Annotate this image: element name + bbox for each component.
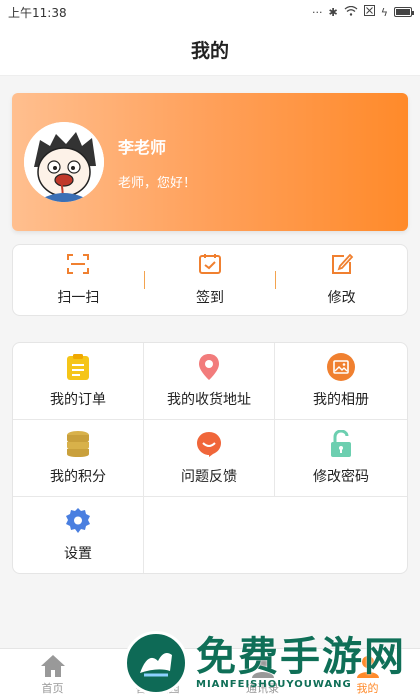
empty-cell [275, 497, 407, 573]
status-time: 上午11:38 [8, 5, 67, 20]
profile-greeting: 老师，您好！ [118, 175, 197, 191]
nav-mine[interactable]: 我的 [315, 649, 420, 700]
menu-item-address[interactable]: 我的收货地址 [144, 343, 275, 420]
unlock-icon [327, 430, 355, 458]
menu-label: 我的相册 [313, 392, 369, 408]
menu-item-album[interactable]: 我的相册 [275, 343, 407, 420]
page-title: 我的 [190, 40, 229, 62]
charging-icon: ϟ [380, 5, 388, 19]
edit-button[interactable]: 修改 [276, 245, 407, 315]
menu-label: 我的订单 [50, 392, 106, 408]
edit-label: 修改 [327, 290, 356, 306]
nav-contacts[interactable]: 通讯录 [210, 649, 315, 700]
menu-item-password[interactable]: 修改密码 [275, 420, 407, 497]
nav-home[interactable]: 首页 [0, 649, 105, 700]
sim-icon [363, 5, 375, 19]
calendar-check-icon [198, 253, 222, 279]
menu-label: 问题反馈 [181, 469, 237, 485]
nav-label: 我的 [356, 681, 379, 695]
nav-campus[interactable]: 智慧校园 [105, 649, 210, 700]
scan-button[interactable]: 扫一扫 [13, 245, 144, 315]
status-icons: ··· ✱ ϟ [312, 5, 414, 19]
home-icon [40, 654, 66, 678]
user-icon [355, 654, 381, 678]
checkin-label: 签到 [196, 290, 224, 306]
nav-label: 首页 [41, 681, 64, 695]
menu-label: 修改密码 [313, 469, 369, 485]
menu-label: 设置 [64, 546, 92, 562]
menu-item-feedback[interactable]: 问题反馈 [144, 420, 275, 497]
avatar[interactable] [24, 122, 104, 202]
scan-icon [66, 253, 90, 279]
gear-icon [64, 507, 92, 535]
scan-label: 扫一扫 [57, 290, 100, 306]
contacts-icon [250, 654, 276, 678]
battery-icon [394, 7, 414, 17]
menu-item-settings[interactable]: 设置 [13, 497, 144, 573]
checkin-button[interactable]: 签到 [145, 245, 276, 315]
nav-label: 通讯录 [246, 681, 279, 695]
location-pin-icon [195, 353, 223, 381]
empty-cell [144, 497, 275, 573]
coins-icon [64, 430, 92, 458]
menu-item-orders[interactable]: 我的订单 [13, 343, 144, 420]
clipboard-icon [64, 353, 92, 381]
bluetooth-icon: ✱ [328, 5, 338, 19]
campus-icon [145, 654, 171, 678]
nav-label: 智慧校园 [135, 681, 180, 695]
photo-icon [327, 353, 355, 381]
more-dots-icon: ··· [312, 5, 323, 19]
profile-card[interactable]: 李老师 老师，您好！ [12, 93, 408, 231]
menu-item-points[interactable]: 我的积分 [13, 420, 144, 497]
status-bar: 上午11:38 ··· ✱ ϟ [0, 0, 420, 24]
bottom-nav: 首页 智慧校园 通讯录 我的 [0, 648, 420, 700]
title-bar: 我的 [0, 24, 420, 76]
menu-label: 我的积分 [50, 469, 106, 485]
menu-label: 我的收货地址 [167, 392, 251, 408]
profile-text: 李老师 老师，您好！ [118, 134, 196, 191]
menu-grid: 我的订单 我的收货地址 我的相册 我的积分 问题反馈 修改密码 设置 [12, 342, 408, 574]
profile-name: 李老师 [118, 137, 167, 157]
edit-icon [330, 253, 354, 279]
quick-actions: 扫一扫 签到 修改 [12, 244, 408, 316]
feedback-icon [195, 430, 223, 458]
wifi-icon [344, 5, 358, 19]
